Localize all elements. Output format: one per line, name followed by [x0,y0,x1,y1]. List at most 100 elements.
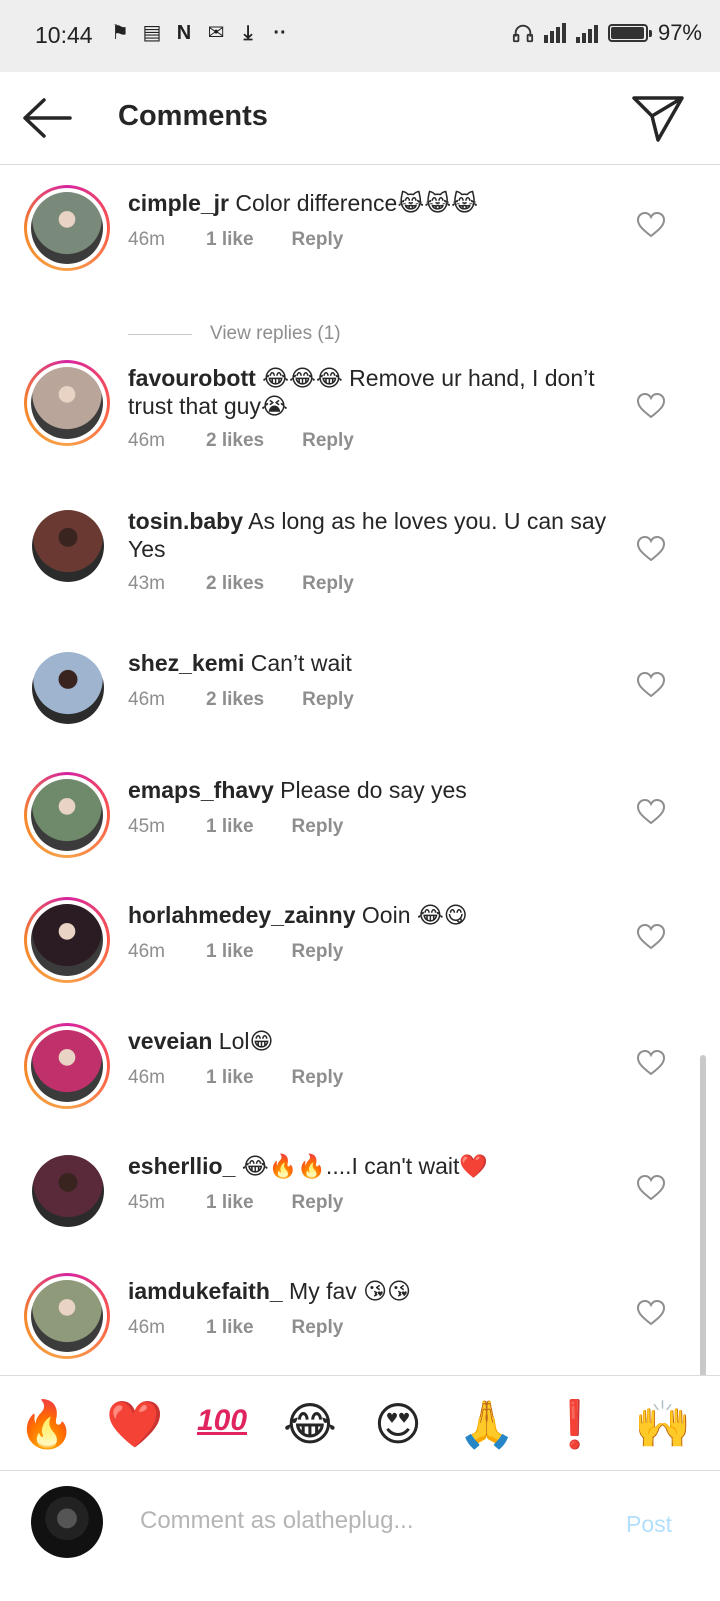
comment-username[interactable]: shez_kemi [128,650,244,676]
avatar[interactable] [24,1273,110,1359]
comment-timestamp: 46m [128,941,165,962]
reply-button[interactable]: Reply [302,573,354,595]
comment-meta: 46m 2 likes Reply [128,430,354,452]
laughing-emoji-button[interactable]: 😂 [282,1396,338,1452]
raising-hands-emoji-button[interactable]: 🙌 [634,1396,691,1452]
comment-input[interactable] [130,1499,610,1543]
comment-likes[interactable]: 1 like [206,941,254,963]
comment-meta: 46m 1 like Reply [128,941,343,963]
comment-text: emaps_fhavy Please do say yes [128,776,608,804]
praying-hands-emoji-button[interactable]: 🙏 [458,1396,515,1452]
comment-likes[interactable]: 1 like [206,1067,254,1089]
comment-body: Please do say yes [273,777,467,803]
avatar[interactable] [24,897,110,983]
comment-username[interactable]: iamdukefaith_ [128,1278,283,1304]
divider [128,333,192,335]
comment-row: favourobott 😂😂😂 Remove ur hand, I don’t … [0,360,720,480]
battery-icon [607,24,652,42]
comment-text: esherllio_ 😂🔥🔥....I can't wait❤️ [128,1152,608,1180]
comment-body: Ooin 😂😋 [355,902,468,928]
heart-icon[interactable] [636,671,666,699]
exclamation-emoji-button[interactable]: ❗ [546,1396,603,1452]
heart-emoji-button[interactable]: ❤️ [106,1396,163,1452]
comment-likes[interactable]: 2 likes [206,689,264,711]
heart-icon[interactable] [636,535,666,563]
comment-text: iamdukefaith_ My fav 😘😘 [128,1277,608,1305]
avatar[interactable] [24,772,110,858]
comment-timestamp: 43m [128,573,165,594]
fire-emoji-button[interactable]: 🔥 [18,1396,75,1452]
headset-icon [512,24,534,43]
reply-button[interactable]: Reply [292,1067,344,1089]
comment-text: favourobott 😂😂😂 Remove ur hand, I don’t … [128,364,608,420]
comment-username[interactable]: veveian [128,1028,212,1054]
avatar[interactable] [32,652,104,724]
comment-likes[interactable]: 1 like [206,1192,254,1214]
avatar [31,1486,103,1558]
avatar[interactable] [24,360,110,446]
message-icon: ▤ [142,22,162,44]
comment-row: iamdukefaith_ My fav 😘😘 46m 1 like Reply [0,1273,720,1373]
heart-icon[interactable] [636,798,666,826]
gmail-icon: ✉ [207,22,225,44]
comment-text: shez_kemi Can’t wait [128,649,608,677]
comment-meta: 46m 1 like Reply [128,1067,343,1089]
heart-icon[interactable] [636,923,666,951]
comment-timestamp: 46m [128,1067,165,1088]
hundred-emoji-button[interactable]: 100 [194,1396,250,1452]
comment-likes[interactable]: 2 likes [206,573,264,595]
signal-icon [543,23,566,43]
comment-likes[interactable]: 1 like [206,1317,254,1339]
heart-eyes-emoji-button[interactable]: 😍 [370,1396,426,1452]
comment-likes[interactable]: 1 like [206,229,254,251]
comment-username[interactable]: cimple_jr [128,190,229,216]
comment-username[interactable]: tosin.baby [128,508,243,534]
comment-text: horlahmedey_zainny Ooin 😂😋 [128,901,608,929]
shutter-icon: ⚑ [111,22,129,44]
reply-button[interactable]: Reply [292,1317,344,1339]
comment-input-bar: Post [0,1470,720,1601]
comment-likes[interactable]: 2 likes [206,430,264,452]
reply-button[interactable]: Reply [292,941,344,963]
comment-username[interactable]: esherllio_ [128,1153,235,1179]
comment-row: veveian Lol😁 46m 1 like Reply [0,1023,720,1123]
paper-plane-icon[interactable] [630,92,686,144]
heart-icon[interactable] [636,1049,666,1077]
avatar[interactable] [24,1023,110,1109]
comment-timestamp: 46m [128,1317,165,1338]
more-dots-icon: ·· [273,22,287,44]
comment-meta: 46m 2 likes Reply [128,689,354,711]
heart-icon[interactable] [636,211,666,239]
comment-body: Color difference😹😹😹 [229,190,478,216]
heart-icon[interactable] [636,1299,666,1327]
comment-meta: 43m 2 likes Reply [128,573,354,595]
avatar[interactable] [32,1155,104,1227]
reply-button[interactable]: Reply [302,430,354,452]
reply-button[interactable]: Reply [302,689,354,711]
comment-row: esherllio_ 😂🔥🔥....I can't wait❤️ 45m 1 lik… [0,1148,720,1248]
comment-row: tosin.baby As long as he loves you. U ca… [0,503,720,623]
comment-username[interactable]: horlahmedey_zainny [128,902,356,928]
comment-body: My fav 😘😘 [282,1278,412,1304]
post-button[interactable]: Post [626,1511,672,1538]
reply-button[interactable]: Reply [292,816,344,838]
arrow-left-icon[interactable] [20,94,74,142]
heart-icon[interactable] [636,392,666,420]
scrollbar[interactable] [700,1055,706,1375]
comment-username[interactable]: emaps_fhavy [128,777,274,803]
comment-timestamp: 45m [128,816,165,837]
comment-username[interactable]: favourobott [128,365,256,391]
reply-button[interactable]: Reply [292,229,344,251]
reply-button[interactable]: Reply [292,1192,344,1214]
comment-meta: 45m 1 like Reply [128,816,343,838]
view-replies-button[interactable]: View replies (1) [128,323,341,345]
comment-row: cimple_jr Color difference😹😹😹 46m 1 like Re… [0,185,720,344]
heart-icon[interactable] [636,1174,666,1202]
avatar[interactable] [24,185,110,271]
comments-list[interactable]: cimple_jr Color difference😹😹😹 46m 1 like Re… [0,165,720,1375]
comment-likes[interactable]: 1 like [206,816,254,838]
avatar[interactable] [32,510,104,582]
comment-meta: 46m 1 like Reply [128,229,343,251]
comment-meta: 46m 1 like Reply [128,1317,343,1339]
comment-body: Can’t wait [244,650,352,676]
